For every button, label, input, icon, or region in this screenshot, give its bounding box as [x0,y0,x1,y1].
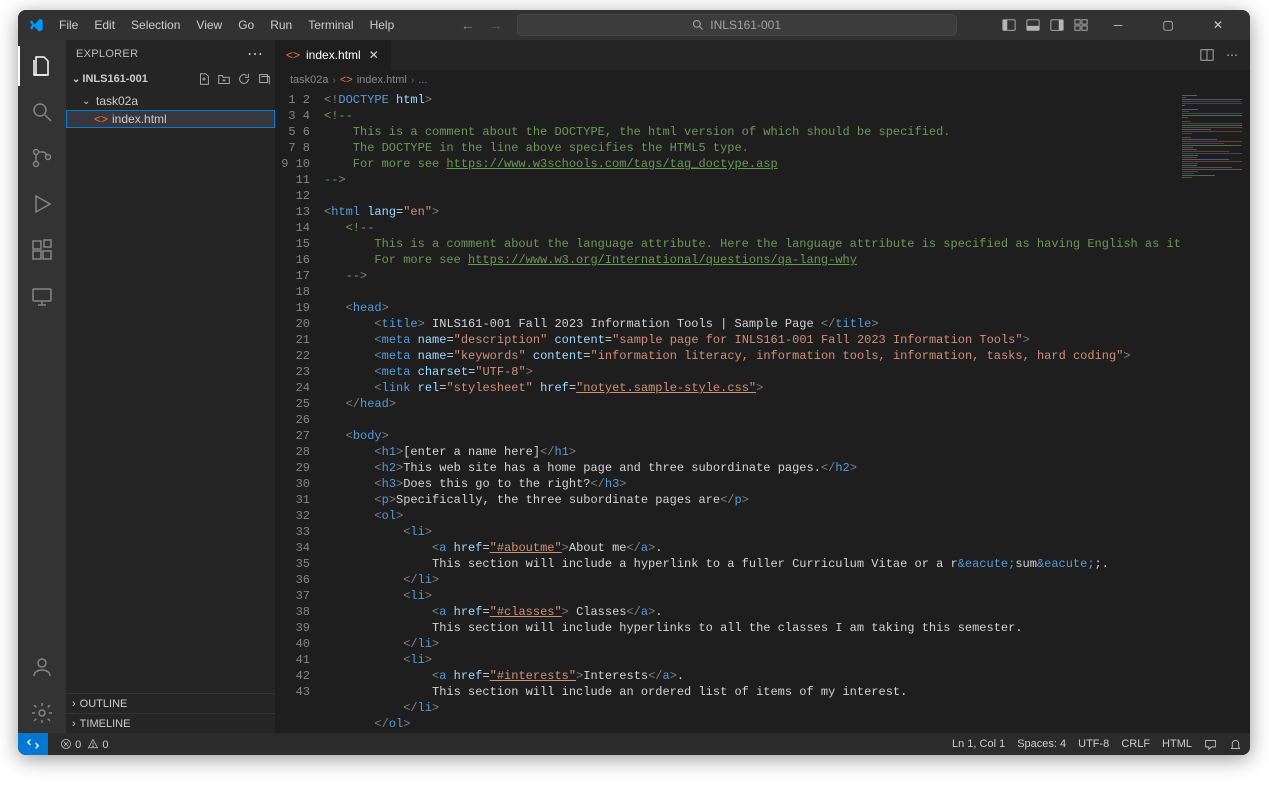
file-index.html[interactable]: <>index.html [66,110,275,128]
editor-more-icon[interactable]: ⋯ [1226,48,1240,62]
menu-go[interactable]: Go [231,15,261,35]
toggle-panel-icon[interactable] [1026,18,1040,32]
minimap[interactable] [1180,90,1250,733]
timeline-section[interactable]: › TIMELINE [66,713,275,733]
remote-explorer-activity-icon[interactable] [18,276,66,316]
encoding-status[interactable]: UTF-8 [1078,738,1109,750]
breadcrumb-item[interactable]: task02a [290,74,329,86]
vscode-logo-icon [28,17,44,33]
menu-selection[interactable]: Selection [124,15,187,35]
menu-terminal[interactable]: Terminal [301,15,360,35]
html-file-icon: <> [94,112,108,126]
chevron-right-icon: › [72,698,76,710]
breadcrumbs[interactable]: task02a › <> index.html › ... [276,70,1250,90]
menu-edit[interactable]: Edit [87,15,122,35]
timeline-label: TIMELINE [80,718,131,730]
accounts-icon[interactable] [18,647,66,687]
close-tab-icon[interactable]: ✕ [367,48,381,62]
run-debug-activity-icon[interactable] [18,184,66,224]
split-editor-icon[interactable] [1200,48,1214,62]
toggle-primary-sidebar-icon[interactable] [1002,18,1016,32]
html-file-icon: <> [286,48,300,62]
remote-indicator[interactable] [18,733,48,755]
main-menus: FileEditSelectionViewGoRunTerminalHelp [52,15,401,35]
indentation-status[interactable]: Spaces: 4 [1017,738,1066,750]
activity-bar [18,40,66,733]
outline-label: OUTLINE [80,698,128,710]
explorer-sidebar: EXPLORER ⋯ ⌄ INLS161-001 ⌄task02a<>index… [66,40,276,733]
search-icon [692,19,704,31]
chevron-down-icon: ⌄ [82,96,92,107]
source-control-activity-icon[interactable] [18,138,66,178]
project-actions [197,72,271,86]
window-close-button[interactable]: ✕ [1198,10,1238,40]
project-name: INLS161-001 [82,73,147,85]
collapse-all-icon[interactable] [257,72,271,86]
problems-indicator[interactable]: 0 0 [60,738,109,751]
breadcrumb-item[interactable]: ... [418,74,427,86]
titlebar: FileEditSelectionViewGoRunTerminalHelp ←… [18,10,1250,40]
tab-label: index.html [306,48,361,62]
new-file-icon[interactable] [197,72,211,86]
cursor-position[interactable]: Ln 1, Col 1 [952,738,1005,750]
command-center-search[interactable]: INLS161-001 [517,14,957,36]
search-placeholder: INLS161-001 [710,18,781,32]
explorer-more-icon[interactable]: ⋯ [247,44,265,64]
toggle-secondary-sidebar-icon[interactable] [1050,18,1064,32]
notifications-icon[interactable] [1229,738,1242,751]
warning-count: 0 [102,739,108,751]
chevron-down-icon: ⌄ [72,74,80,85]
breadcrumb-item[interactable]: index.html [357,74,407,86]
explorer-title-label: EXPLORER [76,48,138,60]
chevron-right-icon: › [333,75,336,86]
language-mode[interactable]: HTML [1162,738,1192,750]
menu-help[interactable]: Help [363,15,402,35]
file-tree: ⌄task02a<>index.html [66,90,275,693]
nav-back-icon[interactable]: ← [461,18,475,32]
chevron-right-icon: › [72,718,76,730]
folder-task02a[interactable]: ⌄task02a [66,92,275,110]
html-file-icon: <> [340,74,353,86]
customize-layout-icon[interactable] [1074,18,1088,32]
editor-group: <> index.html ✕ ⋯ task02a › <> index.htm… [276,40,1250,733]
search-activity-icon[interactable] [18,92,66,132]
code-editor[interactable]: 1 2 3 4 5 6 7 8 9 10 11 12 13 14 15 16 1… [276,90,1250,733]
manage-gear-icon[interactable] [18,693,66,733]
window-maximize-button[interactable]: ▢ [1148,10,1188,40]
project-header[interactable]: ⌄ INLS161-001 [66,68,275,90]
explorer-title: EXPLORER ⋯ [66,40,275,68]
eol-status[interactable]: CRLF [1121,738,1150,750]
menu-file[interactable]: File [52,15,85,35]
code-content[interactable]: <!DOCTYPE html> <!-- This is a comment a… [318,90,1180,733]
feedback-icon[interactable] [1204,738,1217,751]
refresh-icon[interactable] [237,72,251,86]
menu-run[interactable]: Run [263,15,299,35]
nav-arrows: ← → [447,18,517,32]
extensions-activity-icon[interactable] [18,230,66,270]
tab-index-html[interactable]: <> index.html ✕ [276,40,392,70]
outline-section[interactable]: › OUTLINE [66,693,275,713]
nav-forward-icon[interactable]: → [489,18,503,32]
status-bar: 0 0 Ln 1, Col 1 Spaces: 4 UTF-8 CRLF HTM… [18,733,1250,755]
editor-tabs: <> index.html ✕ ⋯ [276,40,1250,70]
menu-view[interactable]: View [189,15,229,35]
error-count: 0 [75,739,81,751]
vscode-window: FileEditSelectionViewGoRunTerminalHelp ←… [18,10,1250,755]
chevron-right-icon: › [411,75,414,86]
new-folder-icon[interactable] [217,72,231,86]
window-minimize-button[interactable]: ─ [1098,10,1138,40]
line-number-gutter: 1 2 3 4 5 6 7 8 9 10 11 12 13 14 15 16 1… [276,90,318,733]
explorer-activity-icon[interactable] [18,46,66,86]
